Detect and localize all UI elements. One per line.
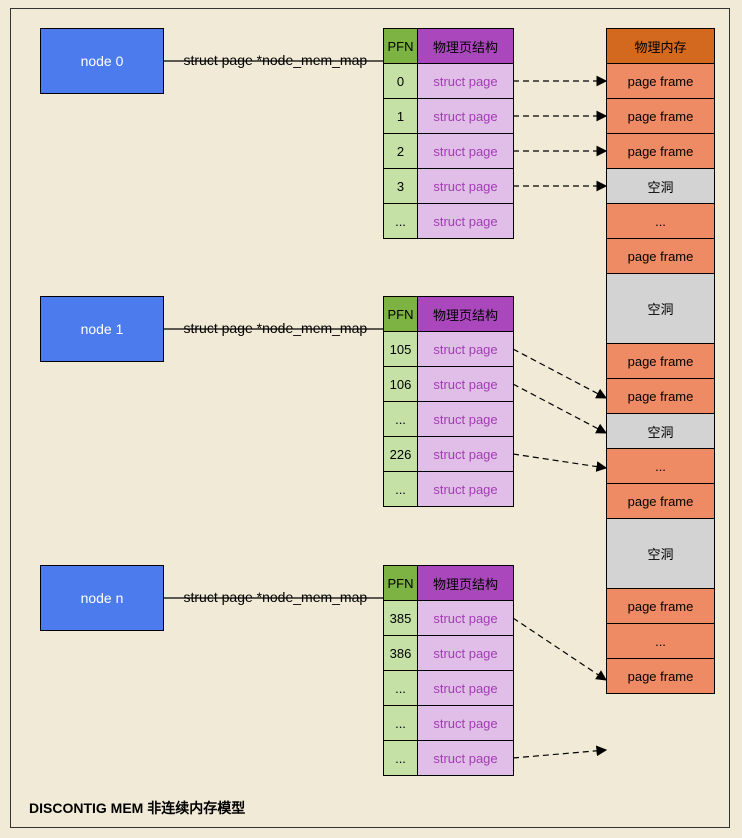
page-cell: struct page [418, 437, 514, 472]
pfn-header-cell: PFN [384, 297, 418, 332]
memory-hole-cell: 空洞 [607, 274, 715, 344]
memory-frame-cell: ... [607, 204, 715, 239]
pfn-cell: ... [384, 472, 418, 507]
page-table-noden: PFN物理页结构385struct page386struct page...s… [383, 565, 514, 776]
page-cell: struct page [418, 741, 514, 776]
diagram-caption: DISCONTIG MEM 非连续内存模型 [29, 798, 245, 818]
memory-frame-cell: page frame [607, 484, 715, 519]
page-header-cell: 物理页结构 [418, 566, 514, 601]
pfn-cell: 1 [384, 99, 418, 134]
pfn-cell: 106 [384, 367, 418, 402]
pfn-cell: ... [384, 741, 418, 776]
pfn-cell: 3 [384, 169, 418, 204]
page-table-node1: PFN物理页结构105struct page106struct page...s… [383, 296, 514, 507]
memory-frame-cell: page frame [607, 64, 715, 99]
page-cell: struct page [418, 472, 514, 507]
memory-hole-cell: 空洞 [607, 414, 715, 449]
memory-hole-cell: 空洞 [607, 169, 715, 204]
page-cell: struct page [418, 367, 514, 402]
node-map-label-node0: struct page *node_mem_map [184, 52, 368, 68]
memory-frame-cell: ... [607, 624, 715, 659]
pfn-header-cell: PFN [384, 29, 418, 64]
page-cell: struct page [418, 64, 514, 99]
pfn-cell: 2 [384, 134, 418, 169]
page-cell: struct page [418, 601, 514, 636]
node-box-noden: node n [40, 565, 164, 631]
page-cell: struct page [418, 204, 514, 239]
page-cell: struct page [418, 332, 514, 367]
memory-frame-cell: page frame [607, 99, 715, 134]
page-table-node0: PFN物理页结构0struct page1struct page2struct … [383, 28, 514, 239]
page-header-cell: 物理页结构 [418, 29, 514, 64]
memory-frame-cell: page frame [607, 134, 715, 169]
physical-memory-table: 物理内存page framepage framepage frame空洞...p… [606, 28, 715, 694]
page-cell: struct page [418, 169, 514, 204]
pfn-cell: 105 [384, 332, 418, 367]
node-box-node0: node 0 [40, 28, 164, 94]
page-cell: struct page [418, 99, 514, 134]
memory-frame-cell: page frame [607, 344, 715, 379]
memory-header-cell: 物理内存 [607, 29, 715, 64]
pfn-header-cell: PFN [384, 566, 418, 601]
node-map-label-noden: struct page *node_mem_map [184, 589, 368, 605]
page-cell: struct page [418, 706, 514, 741]
pfn-cell: 385 [384, 601, 418, 636]
pfn-cell: 226 [384, 437, 418, 472]
page-cell: struct page [418, 402, 514, 437]
pfn-cell: 386 [384, 636, 418, 671]
page-cell: struct page [418, 636, 514, 671]
pfn-cell: ... [384, 706, 418, 741]
memory-frame-cell: ... [607, 449, 715, 484]
memory-frame-cell: page frame [607, 239, 715, 274]
node-map-label-node1: struct page *node_mem_map [184, 320, 368, 336]
node-box-node1: node 1 [40, 296, 164, 362]
pfn-cell: ... [384, 402, 418, 437]
memory-frame-cell: page frame [607, 589, 715, 624]
pfn-cell: ... [384, 671, 418, 706]
memory-hole-cell: 空洞 [607, 519, 715, 589]
page-cell: struct page [418, 134, 514, 169]
pfn-cell: 0 [384, 64, 418, 99]
pfn-cell: ... [384, 204, 418, 239]
page-cell: struct page [418, 671, 514, 706]
page-header-cell: 物理页结构 [418, 297, 514, 332]
memory-frame-cell: page frame [607, 379, 715, 414]
memory-frame-cell: page frame [607, 659, 715, 694]
